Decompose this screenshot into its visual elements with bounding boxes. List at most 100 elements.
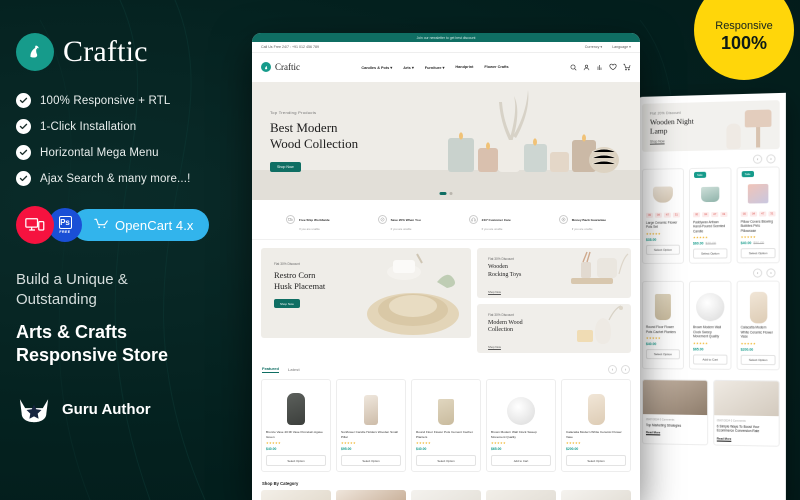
site-logo[interactable]: Craftic [261,62,300,72]
carousel-dot-2[interactable] [449,192,453,195]
language-selector[interactable]: Language ▾ [612,45,631,49]
promo-shop-now-link[interactable]: Shop Now [488,290,501,294]
product-price: $65.00 [693,347,704,352]
site-header: Craftic Candles & Pots ▾ Arts ▾ Furnitur… [252,53,640,82]
carousel-arrows: ‹ › [642,264,780,282]
product-price: $60.00 $70.00 [693,242,727,246]
tech-badge-group: Ps FREE OpenCart 4.x [16,206,238,244]
chevron-left-icon[interactable]: ‹ [752,268,763,279]
product-title: Pillow Covers Blowing Bubbles Pets Pillo… [740,219,773,233]
currency-selector[interactable]: Currency ▾ [585,45,602,49]
nav-item-furniture[interactable]: Furniture ▾ [425,65,445,70]
service-item: Save 20% When You If you are unable [377,208,421,231]
read-more-link[interactable]: Read More [646,431,704,436]
blog-image [642,379,707,415]
tab-latest[interactable]: Latest [288,367,300,372]
product-card[interactable]: Round Floor Flower Pots Cachet Planters … [641,281,684,370]
product-thumbnail [491,385,551,426]
price-current: $40.00 [740,241,752,246]
category-card[interactable] [336,490,406,500]
hero-shop-now-button[interactable]: Shop Now [270,161,301,172]
product-grid-row-2: Round Floor Flower Pots Cachet Planters … [641,281,780,371]
nav-item-candles-pots[interactable]: Candles & Pots ▾ [361,65,392,70]
chevron-right-icon[interactable]: › [621,365,630,375]
select-option-button[interactable]: Select Option [740,248,776,259]
timer-hours: 04 [702,212,710,218]
product-card[interactable]: 00 04 47 31 Large Ceramic Flower Pots Se… [641,168,684,265]
promo-card-small[interactable]: Flat 30% Discount Modern Wood Collection… [477,303,631,354]
service-title: Money Back Guarantee [571,218,606,222]
rating-stars: ★★★★★ [740,341,756,346]
category-card[interactable] [411,490,481,500]
tab-featured[interactable]: Featured [262,366,279,374]
carousel-dot-1[interactable] [439,192,447,195]
product-price: $40.00 $50.00 [741,241,776,245]
night-lamp-banner[interactable]: Flat 20% Discount Wooden Night Lamp Shop… [641,100,780,152]
product-title: Calacatta Modern White Ceramic Flower Va… [566,430,622,439]
product-title: Bronze Vase 40 Ml Vase Porcelain Agave G… [266,430,323,439]
product-card[interactable]: Sale 00 04 47 31 Paddywax Artisan Hand-P… [688,167,732,265]
category-card[interactable] [261,490,331,500]
user-account-icon[interactable] [583,58,590,76]
product-price: $200.00 [566,447,579,452]
product-title: Brown Modern Wall Clock Sweep Movement Q… [491,430,537,439]
product-card[interactable]: Brown Modern Wall Clock Sweep Movement Q… [688,281,732,370]
product-title: Large Ceramic Flower Pots Set [645,220,678,230]
promo-shop-now-button[interactable]: Shop Now [274,299,300,309]
shopping-cart-icon [94,216,109,234]
read-more-link[interactable]: Read More [717,436,776,441]
product-card[interactable]: Calacatta Modern White Ceramic Flower Va… [736,281,780,371]
select-option-button[interactable]: Select Option [416,455,476,467]
nav-item-flower-crafts[interactable]: Flower Crafts [484,65,508,70]
service-item: Money Back Guarantee If you are unable [558,208,606,231]
product-card[interactable]: Sunflower Candle Holders Wooden Small Pi… [336,379,406,473]
select-option-button[interactable]: Select Option [645,349,680,360]
product-card[interactable]: Bronze Vase 40 Ml Vase Porcelain Agave G… [261,379,331,473]
select-option-button[interactable]: Select Option [266,455,326,467]
promo-card-large[interactable]: Flat 30% Discount Restro Corn Husk Place… [261,248,472,338]
compare-icon[interactable] [596,58,603,76]
countdown-timer: 00 04 47 31 [740,211,776,217]
promo-title-line1: Modern Wood [488,319,523,326]
blog-card[interactable]: 05/07/2024 0 Comments 6 Simple Ways To B… [712,379,780,447]
chevron-left-icon[interactable]: ‹ [608,365,617,375]
product-card[interactable]: Calacatta Modern White Ceramic Flower Va… [561,379,631,473]
nav-item-handprint[interactable]: Handprint [455,65,473,70]
blog-image [713,380,779,417]
service-item: Free Ship Worldwide If you are unable [286,208,330,231]
hero-carousel-dots[interactable] [439,192,453,195]
promo-shop-now-link[interactable]: Shop Now [488,345,501,349]
wishlist-heart-icon[interactable] [609,58,617,76]
refund-icon [558,215,568,224]
chevron-right-icon[interactable]: › [766,268,776,279]
featured-tabs: Featured Latest ‹ › [252,361,640,376]
banner-link[interactable]: Shop Now [650,139,694,144]
chevron-right-icon[interactable]: › [766,154,776,164]
nav-item-arts[interactable]: Arts ▾ [403,65,414,70]
shopping-cart-icon[interactable] [623,58,631,76]
brand-name: Craftic [63,35,148,68]
feature-list: 100% Responsive + RTL 1-Click Installati… [16,93,238,186]
headline-line1: Arts & Crafts [16,321,128,342]
promo-card-small[interactable]: Flat 30% Discount Wooden Rocking Toys Sh… [477,248,631,298]
select-option-button[interactable]: Select Option [645,244,680,255]
truck-icon [286,215,296,224]
chevron-left-icon[interactable]: ‹ [752,154,763,164]
product-card[interactable]: Round Floor Flower Pots Cement Cachet Pl… [411,379,481,473]
select-option-button[interactable]: Select Option [566,455,626,467]
select-option-button[interactable]: Select Option [341,455,401,467]
wood-collection-photo [577,305,623,344]
responsive-badge-top: Responsive [715,20,773,32]
product-card[interactable]: Sale 00 04 47 31 Pillow Covers Blowing B… [736,166,780,264]
add-to-cart-button[interactable]: Add to Cart [693,354,728,365]
add-to-cart-button[interactable]: Add to Cart [491,455,551,467]
select-option-button[interactable]: Select Option [693,248,728,260]
category-card[interactable] [486,490,556,500]
product-card[interactable]: Brown Modern Wall Clock Sweep Movement Q… [486,379,556,473]
category-card[interactable] [561,490,631,500]
search-icon[interactable] [570,58,577,76]
sale-badge: Sale [741,170,754,178]
responsive-badge-bottom: 100% [720,33,768,53]
blog-card[interactable]: 05/07/2024 0 Comments Top Marketing Stra… [641,378,708,446]
select-option-button[interactable]: Select Option [740,354,776,366]
